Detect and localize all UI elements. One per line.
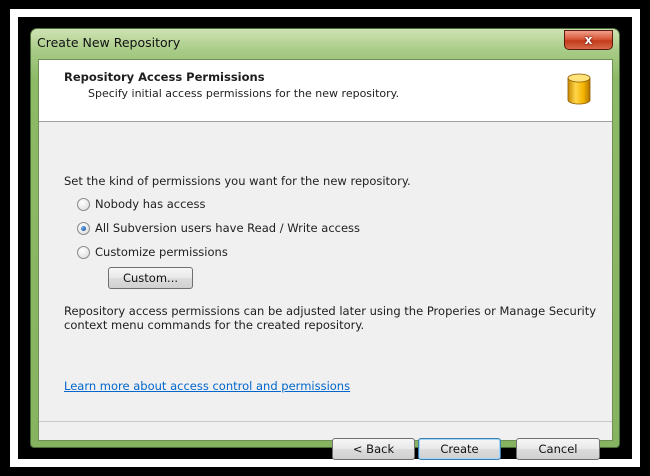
window-title: Create New Repository xyxy=(37,35,181,50)
radio-button[interactable] xyxy=(77,197,90,211)
cancel-button[interactable]: Cancel xyxy=(516,438,600,460)
radio-label: Customize permissions xyxy=(95,245,228,259)
dialog-window: Create New Repository x Repository Acces… xyxy=(30,28,620,460)
permissions-prompt: Set the kind of permissions you want for… xyxy=(64,174,411,188)
header-title: Repository Access Permissions xyxy=(64,70,265,84)
dialog-client-area: Repository Access Permissions Specify in… xyxy=(38,59,613,460)
custom-button[interactable]: Custom... xyxy=(108,267,193,289)
learn-more-link[interactable]: Learn more about access control and perm… xyxy=(64,379,350,393)
note-line-1: Repository access permissions can be adj… xyxy=(64,304,597,318)
radio-all-users-read-write[interactable]: All Subversion users have Read / Write a… xyxy=(77,221,360,235)
create-button[interactable]: Create xyxy=(418,438,501,460)
close-button[interactable]: x xyxy=(564,30,613,50)
note-line-2: context menu commands for the created re… xyxy=(64,318,365,332)
back-button[interactable]: < Back xyxy=(332,438,415,460)
radio-button-selected[interactable] xyxy=(77,221,90,235)
database-icon xyxy=(567,73,591,105)
radio-label: All Subversion users have Read / Write a… xyxy=(95,221,361,235)
radio-nobody-access[interactable]: Nobody has access xyxy=(77,197,205,211)
radio-customize-permissions[interactable]: Customize permissions xyxy=(77,245,228,259)
radio-label: Nobody has access xyxy=(95,197,206,211)
footer-divider xyxy=(39,421,612,422)
header-subtitle: Specify initial access permissions for t… xyxy=(88,87,400,100)
close-icon: x xyxy=(584,33,593,47)
wizard-header: Repository Access Permissions Specify in… xyxy=(39,60,612,122)
radio-button[interactable] xyxy=(77,245,90,259)
